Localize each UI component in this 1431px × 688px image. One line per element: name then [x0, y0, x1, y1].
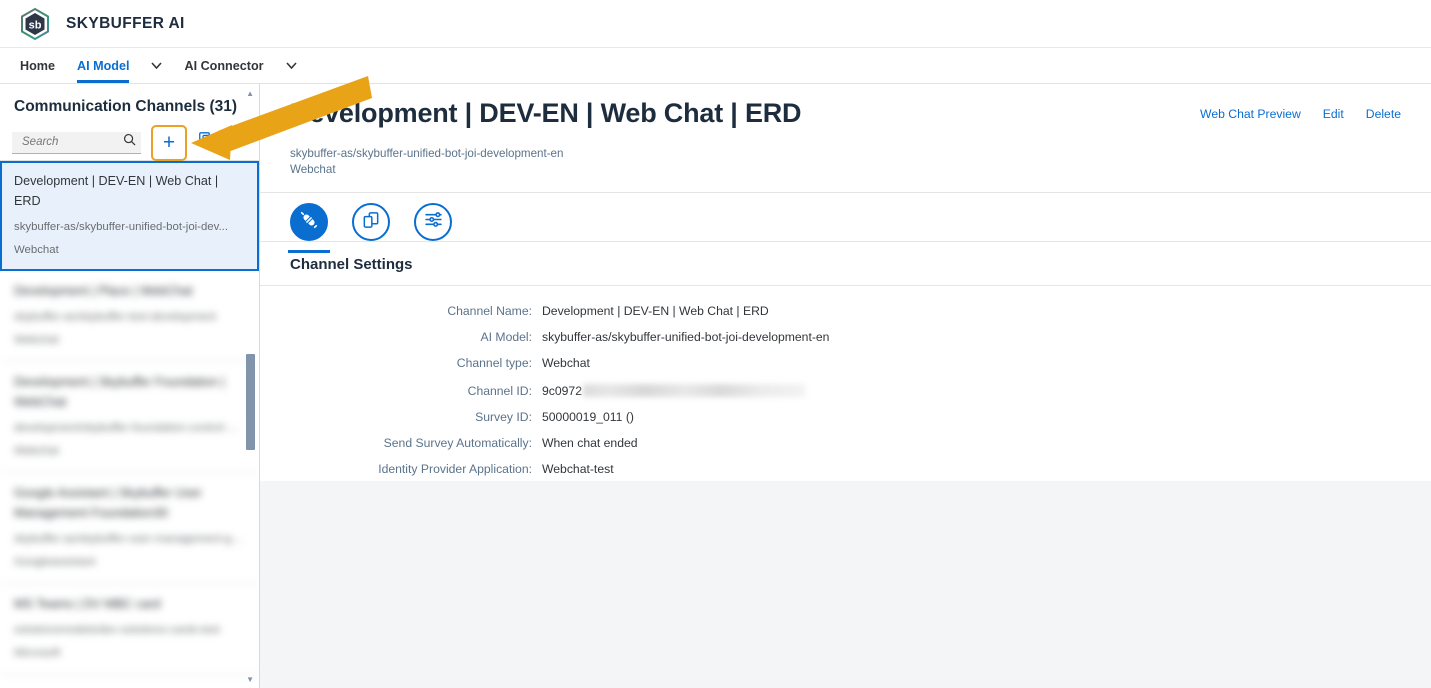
field-label: Send Survey Automatically:	[383, 436, 532, 450]
filter-button[interactable]	[223, 130, 249, 156]
field-label: AI Model:	[480, 330, 532, 344]
subtitle-type: Webchat	[290, 163, 336, 176]
scroll-down-icon[interactable]: ▼	[246, 676, 254, 684]
list-item[interactable]: Development | DEV-EN | Web Chat | ERD sk…	[0, 161, 259, 271]
channel-item-title: Development | DEV-EN | Web Chat | ERD	[14, 174, 219, 208]
svg-text:sb: sb	[29, 19, 42, 31]
channel-item-title: MS Teams | DV MBC card	[14, 597, 161, 611]
field-value: skybuffer-as/skybuffer-unified-bot-joi-d…	[542, 330, 830, 344]
channel-settings-form: Channel Name: Development | DEV-EN | Web…	[260, 286, 1431, 488]
field-value: Webchat-test	[542, 462, 614, 476]
scroll-up-icon[interactable]: ▲	[246, 90, 254, 98]
chevron-down-icon-ai-connector[interactable]	[285, 48, 297, 83]
field-value: When chat ended	[542, 436, 638, 450]
field-value: 50000019_011 ()	[542, 410, 634, 424]
field-value: 9c0972	[542, 384, 582, 398]
field-value: Development | DEV-EN | Web Chat | ERD	[542, 304, 769, 318]
sidebar-toolbar: +	[0, 124, 259, 161]
field-value-wrapper: 9c0972	[542, 382, 805, 398]
form-row: AI Model: skybuffer-as/skybuffer-unified…	[260, 330, 1431, 344]
object-page-card: Development | DEV-EN | Web Chat | ERD We…	[260, 84, 1431, 481]
icon-tab-bar	[260, 193, 1431, 253]
hexagon-logo-icon: sb	[18, 7, 52, 41]
search-input[interactable]	[20, 135, 123, 149]
redacted-value-mask	[582, 384, 805, 397]
copy-icon	[198, 132, 214, 153]
page-layout: Communication Channels (31) +	[0, 84, 1431, 688]
scrollbar-thumb[interactable]	[246, 354, 255, 450]
search-field[interactable]	[12, 131, 141, 154]
channels-sidebar: Communication Channels (31) +	[0, 84, 260, 688]
channel-item-title: Development | Skybuffer Foundation | Web…	[14, 375, 225, 409]
plus-icon: +	[162, 131, 176, 154]
subtitle-model: skybuffer-as/skybuffer-unified-bot-joi-d…	[290, 147, 564, 160]
tab-devices[interactable]	[352, 203, 390, 241]
main-nav: Home AI Model AI Connector	[0, 48, 1431, 84]
field-value: Webchat	[542, 356, 590, 370]
page-title: Development | DEV-EN | Web Chat | ERD	[290, 98, 802, 128]
channel-list-scrollbar[interactable]: ▲ ▼	[246, 84, 257, 688]
add-channel-button[interactable]: +	[151, 124, 187, 161]
delete-link[interactable]: Delete	[1366, 107, 1401, 121]
main-content: Development | DEV-EN | Web Chat | ERD We…	[260, 84, 1431, 688]
web-chat-preview-link[interactable]: Web Chat Preview	[1200, 107, 1301, 121]
connector-plug-icon	[299, 210, 319, 235]
list-item[interactable]: Development | Skybuffer Foundation | Web…	[0, 362, 259, 473]
nav-item-ai-connector[interactable]: AI Connector	[184, 48, 263, 83]
form-row: Channel type: Webchat	[260, 356, 1431, 370]
channel-item-type: Googleassistant	[14, 556, 96, 568]
list-item[interactable]: Google Assistant | Skybuffer User Manage…	[0, 473, 259, 584]
channel-item-type: Webchat	[14, 244, 59, 256]
form-row: Send Survey Automatically: When chat end…	[260, 436, 1431, 450]
edit-link[interactable]: Edit	[1323, 107, 1344, 121]
form-row: Channel Name: Development | DEV-EN | Web…	[260, 304, 1431, 318]
channel-item-title: Development | Place | WebChat	[14, 284, 193, 298]
channel-item-type: Webchat	[14, 334, 59, 346]
field-label: Channel ID:	[467, 384, 532, 398]
devices-icon	[361, 210, 381, 235]
form-row: Survey ID: 50000019_011 ()	[260, 410, 1431, 424]
channel-item-model: solutionsmodels/dev-solutions-cards-test	[14, 624, 220, 636]
copy-channel-button[interactable]	[193, 130, 219, 156]
channel-item-type: Microsoft	[14, 647, 61, 659]
header-actions: Web Chat Preview Edit Delete	[1200, 94, 1401, 121]
channel-item-model: skybuffer-as/skybuffer-user-management-g…	[14, 533, 245, 545]
chevron-down-icon-ai-model[interactable]	[151, 48, 163, 83]
field-label: Channel Name:	[447, 304, 532, 318]
form-row: Identity Provider Application: Webchat-t…	[260, 462, 1431, 476]
app-header: sb SKYBUFFER AI	[0, 0, 1431, 48]
section-title: Channel Settings	[290, 256, 413, 273]
field-label: Identity Provider Application:	[378, 462, 532, 476]
field-label: Survey ID:	[475, 410, 532, 424]
tab-channel-settings[interactable]	[288, 203, 330, 253]
object-header: Development | DEV-EN | Web Chat | ERD We…	[260, 84, 1431, 132]
list-item[interactable]: Development | Place | WebChat skybuffer-…	[0, 271, 259, 362]
field-label: Channel type:	[456, 356, 532, 370]
channel-item-model: skybuffer-as/skybuffer-test-development	[14, 311, 217, 323]
sidebar-title: Communication Channels (31)	[14, 98, 238, 115]
channel-item-title: Google Assistant | Skybuffer User Manage…	[14, 486, 202, 520]
nav-item-home[interactable]: Home	[20, 48, 55, 83]
search-icon	[123, 133, 136, 151]
sliders-settings-icon	[423, 209, 444, 235]
channel-item-model: development/skybuffer-foundation-control…	[14, 422, 245, 434]
tab-advanced-settings[interactable]	[414, 203, 452, 241]
filter-icon	[228, 133, 244, 153]
channel-item-model: skybuffer-as/skybuffer-unified-bot-joi-d…	[14, 221, 228, 233]
channel-list[interactable]: Development | DEV-EN | Web Chat | ERD sk…	[0, 161, 259, 688]
form-row: Channel ID: 9c0972	[260, 382, 1431, 398]
brand-title: SKYBUFFER AI	[66, 14, 185, 32]
nav-item-ai-model[interactable]: AI Model	[77, 48, 130, 83]
channel-item-type: Webchat	[14, 445, 59, 457]
list-item[interactable]: MS Teams | DV MBC card solutionsmodels/d…	[0, 584, 259, 675]
object-subtitle: skybuffer-as/skybuffer-unified-bot-joi-d…	[260, 132, 1431, 178]
